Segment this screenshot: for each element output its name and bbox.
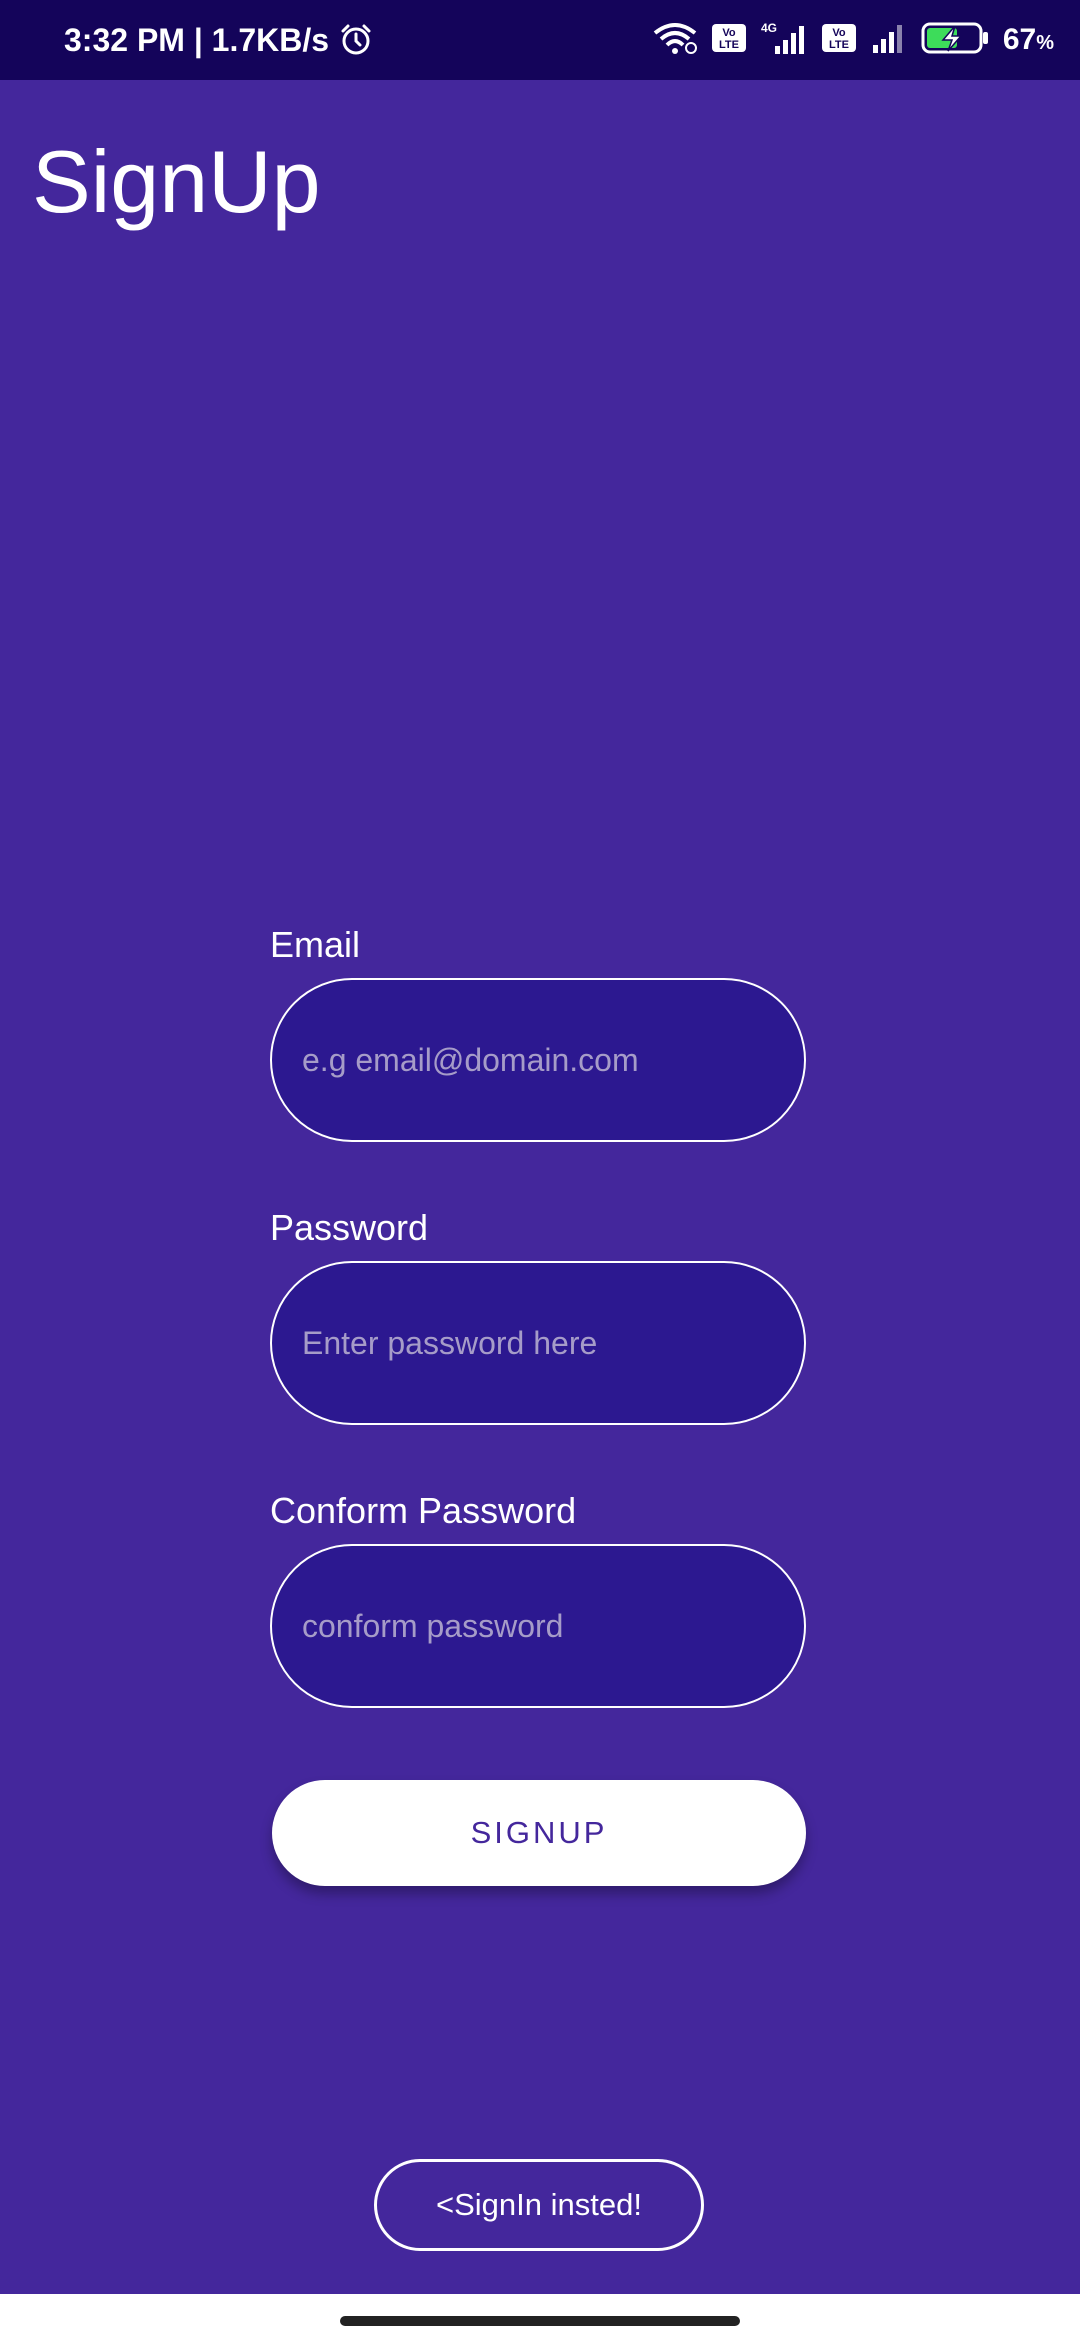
confirm-password-label: Conform Password xyxy=(270,1490,577,1531)
svg-text:LTE: LTE xyxy=(719,39,739,51)
password-field[interactable] xyxy=(270,1261,806,1425)
email-field[interactable] xyxy=(270,978,806,1142)
status-bar: 3:32 PM | 1.7KB/s Vo LTE 4G Vo LTE 67% xyxy=(0,0,1080,80)
email-input[interactable] xyxy=(302,980,772,1140)
page-title: SignUp xyxy=(32,132,321,231)
wifi-icon xyxy=(651,21,699,60)
alarm-icon xyxy=(339,23,373,57)
password-label: Password xyxy=(270,1207,429,1248)
volte-icon: Vo LTE xyxy=(821,21,857,60)
confirm-password-field[interactable] xyxy=(270,1544,806,1708)
email-label: Email xyxy=(270,924,361,965)
navigation-bar xyxy=(0,2294,1080,2340)
signup-screen: 3:32 PM | 1.7KB/s Vo LTE 4G Vo LTE 67% S… xyxy=(0,0,1080,2340)
signal-icon xyxy=(869,21,909,60)
password-input[interactable] xyxy=(302,1263,772,1423)
battery-charging-icon xyxy=(921,20,991,61)
signin-instead-button[interactable]: <SignIn insted! xyxy=(374,2159,704,2251)
signal-4g-icon: 4G xyxy=(759,20,809,61)
battery-level: 67% xyxy=(1002,23,1054,56)
svg-text:Vo: Vo xyxy=(832,27,846,39)
svg-text:4G: 4G xyxy=(761,21,777,35)
home-gesture-handle[interactable] xyxy=(340,2316,740,2326)
svg-text:Vo: Vo xyxy=(722,27,736,39)
status-time: 3:32 PM | 1.7KB/s xyxy=(64,21,330,58)
signup-button[interactable]: SIGNUP xyxy=(272,1780,806,1886)
status-icons: Vo LTE 4G Vo LTE 67% xyxy=(651,0,1054,80)
svg-text:LTE: LTE xyxy=(829,39,849,51)
status-time-area: 3:32 PM | 1.7KB/s xyxy=(64,0,373,80)
confirm-password-input[interactable] xyxy=(302,1546,772,1706)
volte-icon: Vo LTE xyxy=(711,21,747,60)
